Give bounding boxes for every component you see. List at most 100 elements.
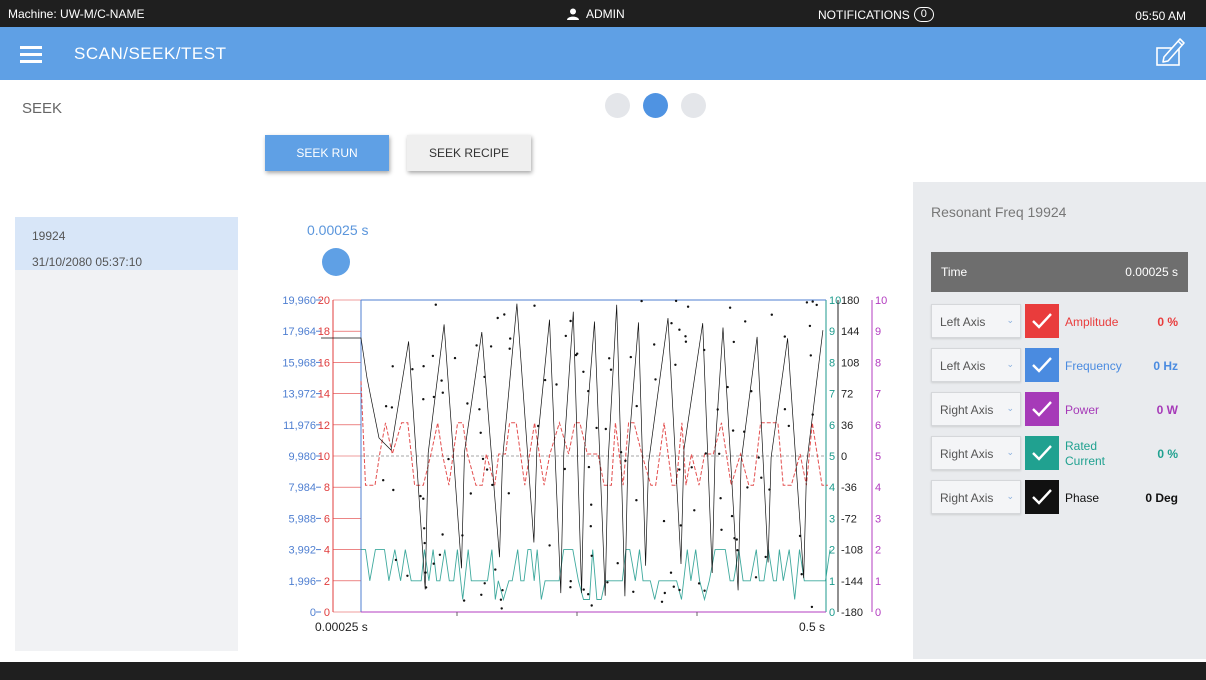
check-icon[interactable] xyxy=(1025,304,1059,338)
sample-point xyxy=(718,452,721,455)
sample-point xyxy=(548,544,551,547)
sample-point xyxy=(431,354,435,358)
x-start-label: 0.00025 s xyxy=(315,620,368,634)
power-tick-label: 7 xyxy=(875,389,881,401)
sample-point xyxy=(654,378,657,381)
sample-point xyxy=(503,313,506,316)
axis-select[interactable]: Left Axis ⌄ xyxy=(931,304,1021,338)
page-dot-3[interactable] xyxy=(681,93,706,118)
current-tick-label: 7 xyxy=(829,389,835,401)
sample-point xyxy=(704,452,707,455)
sample-point xyxy=(496,316,499,320)
chevron-down-icon: ⌄ xyxy=(1006,491,1014,501)
page-dot-2[interactable] xyxy=(643,93,668,118)
sample-point xyxy=(703,589,706,592)
resonant-frequency-title: Resonant Freq 19924 xyxy=(931,204,1067,220)
amplitude-series xyxy=(360,381,828,486)
check-icon[interactable] xyxy=(1025,348,1059,382)
amplitude-tick-label: 6 xyxy=(324,513,330,525)
sample-point xyxy=(509,337,512,340)
history-item-timestamp: 31/10/2080 05:37:10 xyxy=(32,255,143,269)
sample-point xyxy=(670,322,673,325)
sample-point xyxy=(679,524,682,527)
sample-point xyxy=(533,304,536,307)
sample-point xyxy=(483,375,486,379)
sample-point xyxy=(736,549,739,552)
sample-point xyxy=(563,467,566,471)
sample-point xyxy=(693,509,696,512)
time-label: Time xyxy=(941,265,968,279)
phase-tick-label: 144 xyxy=(841,326,859,338)
history-item[interactable]: 19924 31/10/2080 05:37:10 xyxy=(15,217,238,270)
sample-point xyxy=(798,534,802,538)
phase-tick-label: -72 xyxy=(841,513,857,525)
sample-point xyxy=(394,558,398,562)
sample-point xyxy=(441,391,444,394)
sample-point xyxy=(811,300,814,303)
axis-select[interactable]: Right Axis ⌄ xyxy=(931,392,1021,426)
seek-recipe-button[interactable]: SEEK RECIPE xyxy=(407,135,531,171)
sample-point xyxy=(564,334,567,338)
sample-point xyxy=(432,395,436,399)
axis-select[interactable]: Right Axis ⌄ xyxy=(931,436,1021,470)
sample-point xyxy=(616,562,619,565)
page-indicator xyxy=(605,93,706,118)
sample-point xyxy=(768,488,771,491)
sample-point xyxy=(746,486,749,489)
notifications[interactable]: NOTIFICATIONS 0 xyxy=(818,7,934,22)
seek-run-button[interactable]: SEEK RUN xyxy=(265,135,389,171)
sample-point xyxy=(662,519,666,523)
sample-point xyxy=(684,335,687,338)
sample-point xyxy=(732,340,735,344)
sample-point xyxy=(720,528,723,531)
series-value: 0 % xyxy=(1157,315,1178,329)
time-cursor-handle[interactable] xyxy=(322,248,350,276)
sample-point xyxy=(461,534,464,537)
sample-point xyxy=(479,431,482,434)
hamburger-icon[interactable] xyxy=(20,46,42,63)
sample-point xyxy=(494,568,497,571)
rated-current-series xyxy=(361,549,831,602)
series-value: 0 % xyxy=(1157,447,1178,461)
sample-point xyxy=(815,303,818,307)
series-value: 0 Deg xyxy=(1145,491,1178,505)
axis-select[interactable]: Left Axis ⌄ xyxy=(931,348,1021,382)
sample-point xyxy=(466,402,469,405)
sample-point xyxy=(507,492,510,495)
section-title: SEEK xyxy=(22,100,63,117)
sample-point xyxy=(555,383,558,386)
sample-point xyxy=(810,605,814,609)
sample-point xyxy=(469,492,472,495)
sample-point xyxy=(537,424,540,428)
sample-point xyxy=(587,389,590,393)
user-info[interactable]: ADMIN xyxy=(566,7,625,21)
sample-point xyxy=(423,541,426,545)
page-dot-1[interactable] xyxy=(605,93,630,118)
series-name: Amplitude xyxy=(1065,315,1119,329)
check-icon[interactable] xyxy=(1025,480,1059,514)
phase-tick-label: 36 xyxy=(841,420,853,432)
check-icon[interactable] xyxy=(1025,392,1059,426)
sample-point xyxy=(757,456,760,459)
series-row: Right Axis ⌄ Phase 0 Deg xyxy=(931,480,1188,516)
axis-select[interactable]: Right Axis ⌄ xyxy=(931,480,1021,514)
sample-point xyxy=(805,301,809,304)
check-icon[interactable] xyxy=(1025,436,1059,470)
phase-tick-label: 0 xyxy=(841,451,847,463)
sample-point xyxy=(382,479,385,482)
sample-point xyxy=(632,590,635,593)
sample-point xyxy=(406,574,409,577)
sample-point xyxy=(480,593,483,596)
footer-bar xyxy=(0,662,1206,680)
amplitude-tick-label: 18 xyxy=(318,326,330,338)
axis-select-value: Left Axis xyxy=(940,315,986,329)
edit-icon[interactable] xyxy=(1152,35,1188,69)
power-tick-label: 10 xyxy=(875,295,887,307)
sample-point xyxy=(811,413,814,416)
sample-point xyxy=(491,483,494,487)
seek-graph[interactable]: 0 01,996 23,992 45,988 67,984 89,980 1011,976 1… xyxy=(255,285,895,640)
series-name: Frequency xyxy=(1065,359,1122,373)
sample-point xyxy=(640,299,643,303)
sample-point xyxy=(590,554,593,557)
sample-point xyxy=(735,538,738,541)
